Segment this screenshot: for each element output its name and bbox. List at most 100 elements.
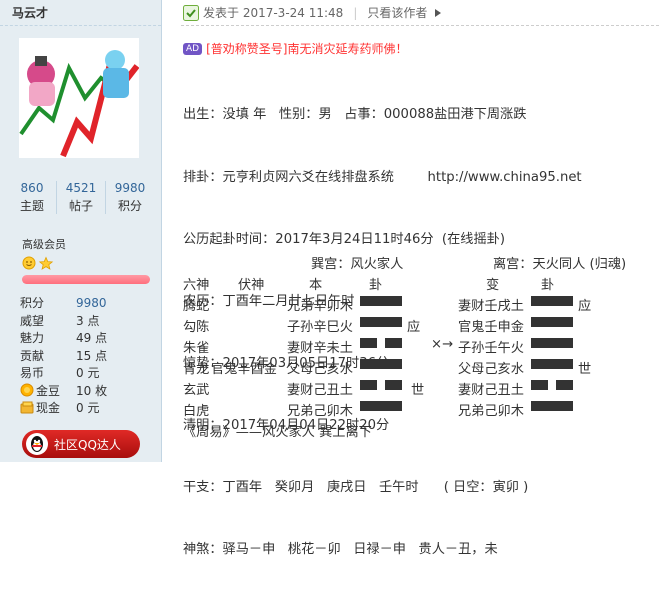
- yao-bian: 官鬼壬申金: [458, 320, 524, 335]
- yin-line: [531, 379, 573, 394]
- post-header: 发表于 2017-3-24 11:48 | 只看该作者: [183, 4, 443, 21]
- stat-points[interactable]: 9980 积分: [106, 181, 154, 214]
- profile-label: 威望: [20, 313, 45, 328]
- star-icon: [38, 256, 54, 270]
- yao-shen: 腾蛇: [183, 299, 210, 314]
- yao-bian-mark: 应: [578, 299, 592, 314]
- avatar-stock-chart-image: [19, 38, 140, 158]
- header-bian: 变: [486, 278, 500, 293]
- yao-shen: 青龙: [183, 362, 210, 377]
- author-sidebar: 马云才 860 主题 4521 帖子 9980 积分 高级会员 积分 9980 …: [0, 0, 162, 462]
- yao-fu: 官鬼辛酉金: [211, 362, 277, 377]
- online-status-icon: [183, 4, 199, 21]
- ad-banner: AD [普劝称赞圣号]南无消灾延寿药师佛！: [183, 40, 407, 57]
- post-line-solar-time: 公历起卦时间：2017年3月24日11时46分 (在线摇卦): [183, 231, 505, 247]
- yao-ben: 兄弟己卯木: [287, 404, 353, 419]
- stat-posts[interactable]: 4521 帖子: [57, 181, 106, 214]
- divider: [0, 25, 161, 26]
- yao-bian: 兄弟己卯木: [458, 404, 524, 419]
- profile-row: 易币 0 元: [20, 364, 107, 382]
- palace-left: 巽宫：风火家人: [311, 257, 404, 272]
- post-line-birth: 出生：没填 年 性别：男 占事：000088盐田港下周涨跌: [183, 107, 527, 123]
- yang-line: [531, 316, 573, 331]
- header-fushen: 伏神: [238, 278, 265, 293]
- yao-shen: 勾陈: [183, 320, 210, 335]
- profile-value: 0 元: [76, 366, 100, 381]
- profile-value: 0 元: [76, 401, 100, 416]
- qq-expert-badge-button[interactable]: 社区QQ达人: [22, 430, 140, 458]
- author-name[interactable]: 马云才: [12, 4, 48, 21]
- yao-ben: 父母己亥水: [287, 362, 353, 377]
- ad-tag: AD: [183, 42, 203, 55]
- profile-value[interactable]: 9980: [76, 296, 107, 310]
- yao-ben: 妻财辛未土: [287, 341, 353, 356]
- ad-link[interactable]: [普劝称赞圣号]南无消灾延寿药师佛！: [206, 40, 407, 57]
- profile-label-wrap: 金豆: [20, 382, 76, 399]
- rank-stars: [22, 255, 56, 274]
- yao-shen: 玄武: [183, 383, 210, 398]
- palace-right: 离宫：天火同人 (归魂): [493, 257, 627, 272]
- header-gua2: 卦: [541, 278, 555, 293]
- gold-coin-icon: [20, 383, 34, 397]
- author-only-link[interactable]: 只看该作者: [367, 4, 427, 21]
- stat-topics[interactable]: 860 主题: [8, 181, 57, 214]
- yang-line: [531, 358, 573, 373]
- header-ben: 本: [309, 278, 323, 293]
- stat-topics-count: 860: [20, 181, 44, 195]
- author-profile: 积分 9980 威望 3 点 魅力 49 点 贡献 15 点 易币 0 元 金豆: [20, 294, 107, 417]
- triangle-right-icon: [435, 8, 442, 17]
- cash-icon: [20, 401, 34, 414]
- header-separator: |: [353, 5, 358, 20]
- hexagram-footer-text: 《周易》——风火家人 巽上离下: [183, 425, 372, 440]
- profile-label: 贡献: [20, 348, 45, 363]
- profile-label: 现金: [36, 401, 61, 416]
- yao-shen: 白虎: [183, 404, 210, 419]
- yao-ben: 兄弟辛卯木: [287, 299, 353, 314]
- profile-label: 金豆: [36, 383, 61, 398]
- yao-bian: 妻财壬戌土: [458, 299, 524, 314]
- rank-progress-bar: [22, 275, 150, 284]
- yao-bian: 父母己亥水: [458, 362, 524, 377]
- profile-row: 金豆 10 枚: [20, 382, 107, 400]
- yang-line: [360, 400, 402, 415]
- profile-value: 49 点: [76, 331, 108, 346]
- yang-line: [531, 337, 573, 352]
- post-line-method: 排卦：元亨利贞网六爻在线排盘系统 http://www.china95.net: [183, 169, 582, 185]
- yang-line: [531, 400, 573, 415]
- yang-line: [531, 295, 573, 310]
- header-liushen: 六神: [183, 278, 210, 293]
- profile-value: 3 点: [76, 313, 100, 328]
- stat-posts-count: 4521: [65, 181, 97, 195]
- yang-line: [360, 358, 402, 373]
- qq-expert-label: 社区QQ达人: [54, 437, 121, 452]
- post-line-ganzhi: 干支：丁酉年 癸卯月 庚戌日 壬午时 ( 日空：寅卯 ): [183, 480, 529, 496]
- yao-bian: 妻财己丑土: [458, 383, 524, 398]
- profile-label: 魅力: [20, 331, 45, 346]
- profile-value: 10 枚: [76, 383, 108, 398]
- yao-ben: 子孙辛巳火: [287, 320, 353, 335]
- avatar[interactable]: [19, 38, 140, 158]
- profile-row: 现金 0 元: [20, 399, 107, 417]
- yao-shen: 朱雀: [183, 341, 210, 356]
- stat-topics-label: 主题: [19, 199, 44, 213]
- yao-bian-mark: 世: [578, 362, 592, 377]
- post-timestamp: 发表于 2017-3-24 11:48: [203, 6, 344, 20]
- post-main: 发表于 2017-3-24 11:48 | 只看该作者 AD [普劝称赞圣号]南…: [163, 0, 667, 557]
- profile-row: 贡献 15 点: [20, 347, 107, 365]
- profile-row: 积分 9980: [20, 294, 107, 312]
- yao-move: ×→: [431, 337, 454, 352]
- yao-bian: 子孙壬午火: [458, 341, 524, 356]
- yang-line: [360, 316, 402, 331]
- yao-ben: 妻财己丑土: [287, 383, 353, 398]
- profile-label: 易币: [20, 366, 45, 381]
- profile-label: 积分: [20, 296, 45, 311]
- stat-points-count: 9980: [114, 181, 146, 195]
- yao-ben-mark: 世: [411, 383, 425, 398]
- profile-value: 15 点: [76, 348, 108, 363]
- stat-posts-label: 帖子: [68, 199, 93, 213]
- qq-penguin-icon: [26, 433, 48, 455]
- yin-line: [360, 379, 402, 394]
- member-rank[interactable]: 高级会员: [22, 236, 66, 252]
- stat-points-label: 积分: [117, 199, 142, 213]
- profile-row: 威望 3 点: [20, 312, 107, 330]
